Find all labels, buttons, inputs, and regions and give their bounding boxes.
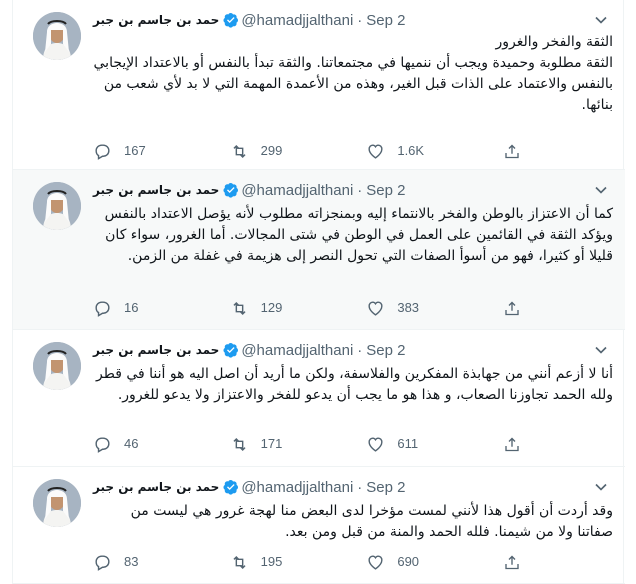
reply-icon	[95, 300, 110, 317]
like-button[interactable]: 1.6K	[366, 141, 503, 161]
separator: ·	[357, 11, 363, 29]
tweet-actions: 167 299 1.6K	[93, 141, 533, 161]
like-count: 1.6K	[397, 143, 425, 158]
share-button[interactable]	[503, 298, 533, 318]
retweet-icon	[233, 437, 246, 451]
reply-count: 46	[124, 436, 139, 451]
tweet-date[interactable]: Sep 2	[366, 342, 405, 359]
retweet-count: 299	[260, 143, 283, 158]
profile-photo	[33, 479, 81, 527]
profile-photo	[33, 342, 81, 390]
reply-button[interactable]: 46	[93, 434, 230, 454]
reply-icon	[95, 554, 110, 571]
avatar[interactable]	[33, 12, 81, 60]
chevron-down-icon[interactable]	[591, 10, 611, 30]
chevron-down-icon[interactable]	[591, 477, 611, 497]
separator: ·	[357, 478, 363, 496]
retweet-count: 195	[260, 554, 283, 569]
reply-button[interactable]: 83	[93, 552, 230, 572]
share-icon	[505, 437, 519, 451]
author-handle[interactable]: @hamadjjalthani	[241, 479, 353, 496]
heart-icon	[368, 143, 383, 159]
author-name[interactable]: حمد بن جاسم بن جبر	[93, 480, 219, 494]
reply-count: 83	[124, 554, 139, 569]
like-count: 611	[397, 436, 419, 451]
retweet-icon	[233, 144, 246, 158]
avatar[interactable]	[33, 182, 81, 230]
verified-badge-icon	[223, 183, 239, 198]
tweet-text: كما أن الاعتزاز بالوطن والفخر بالانتماء …	[104, 206, 613, 264]
chevron-down-icon[interactable]	[591, 340, 611, 360]
tweet-text: الثقة والفخر والغرور الثقة مطلوبة وحميدة…	[93, 34, 614, 113]
retweet-count: 171	[260, 436, 283, 451]
like-button[interactable]: 383	[366, 298, 503, 318]
retweet-count: 129	[260, 300, 283, 315]
profile-photo	[33, 12, 81, 60]
author-handle[interactable]: @hamadjjalthani	[241, 342, 353, 359]
reply-icon	[95, 143, 110, 160]
heart-icon	[368, 300, 383, 316]
separator: ·	[357, 181, 363, 199]
retweet-button[interactable]: 171	[230, 434, 367, 454]
share-button[interactable]	[503, 434, 533, 454]
tweet-thread: حمد بن جاسم بن جبر @hamadjjalthani · Sep…	[12, 0, 625, 584]
tweet-actions: 46 171 611	[93, 434, 533, 454]
tweet[interactable]: حمد بن جاسم بن جبر @hamadjjalthani · Sep…	[13, 170, 625, 330]
retweet-button[interactable]: 129	[230, 298, 367, 318]
like-count: 690	[397, 554, 420, 569]
tweet-header: حمد بن جاسم بن جبر @hamadjjalthani · Sep…	[93, 340, 406, 360]
share-button[interactable]	[503, 552, 533, 572]
reply-icon	[95, 436, 110, 453]
author-name[interactable]: حمد بن جاسم بن جبر	[93, 13, 219, 27]
verified-badge-icon	[223, 13, 239, 28]
retweet-button[interactable]: 195	[230, 552, 367, 572]
reply-button[interactable]: 167	[93, 141, 230, 161]
reply-count: 167	[124, 143, 146, 158]
tweet-text: أنا لا أزعم أنني من جهابذة المفكرين والف…	[96, 366, 613, 403]
avatar[interactable]	[33, 342, 81, 390]
author-handle[interactable]: @hamadjjalthani	[241, 12, 353, 29]
like-count: 383	[397, 300, 420, 315]
author-handle[interactable]: @hamadjjalthani	[241, 182, 353, 199]
tweet-date[interactable]: Sep 2	[366, 12, 405, 29]
retweet-button[interactable]: 299	[230, 141, 367, 161]
author-name[interactable]: حمد بن جاسم بن جبر	[93, 343, 219, 357]
chevron-down-icon[interactable]	[591, 180, 611, 200]
separator: ·	[357, 341, 363, 359]
reply-count: 16	[124, 300, 139, 315]
share-button[interactable]	[503, 141, 533, 161]
share-icon	[505, 301, 519, 315]
tweet-actions: 16 129 383	[93, 298, 533, 318]
author-name[interactable]: حمد بن جاسم بن جبر	[93, 183, 219, 197]
verified-badge-icon	[223, 343, 239, 358]
share-icon	[505, 555, 519, 569]
retweet-icon	[233, 301, 246, 315]
share-icon	[505, 144, 519, 158]
tweet-header: حمد بن جاسم بن جبر @hamadjjalthani · Sep…	[93, 477, 406, 497]
heart-icon	[368, 554, 383, 570]
tweet[interactable]: حمد بن جاسم بن جبر @hamadjjalthani · Sep…	[13, 330, 625, 467]
retweet-icon	[233, 555, 246, 569]
like-button[interactable]: 611	[366, 434, 503, 454]
tweet[interactable]: حمد بن جاسم بن جبر @hamadjjalthani · Sep…	[13, 467, 625, 584]
heart-icon	[368, 436, 383, 452]
tweet-actions: 83 195 690	[93, 552, 533, 572]
profile-photo	[33, 182, 81, 230]
avatar[interactable]	[33, 479, 81, 527]
like-button[interactable]: 690	[366, 552, 503, 572]
verified-badge-icon	[223, 480, 239, 495]
tweet[interactable]: حمد بن جاسم بن جبر @hamadjjalthani · Sep…	[13, 0, 625, 170]
tweet-date[interactable]: Sep 2	[366, 479, 405, 496]
tweet-text: وقد أردت أن أقول هذا لأنني لمست مؤخرا لد…	[130, 503, 613, 540]
tweet-header: حمد بن جاسم بن جبر @hamadjjalthani · Sep…	[93, 10, 406, 30]
reply-button[interactable]: 16	[93, 298, 230, 318]
tweet-header: حمد بن جاسم بن جبر @hamadjjalthani · Sep…	[93, 180, 406, 200]
tweet-date[interactable]: Sep 2	[366, 182, 405, 199]
